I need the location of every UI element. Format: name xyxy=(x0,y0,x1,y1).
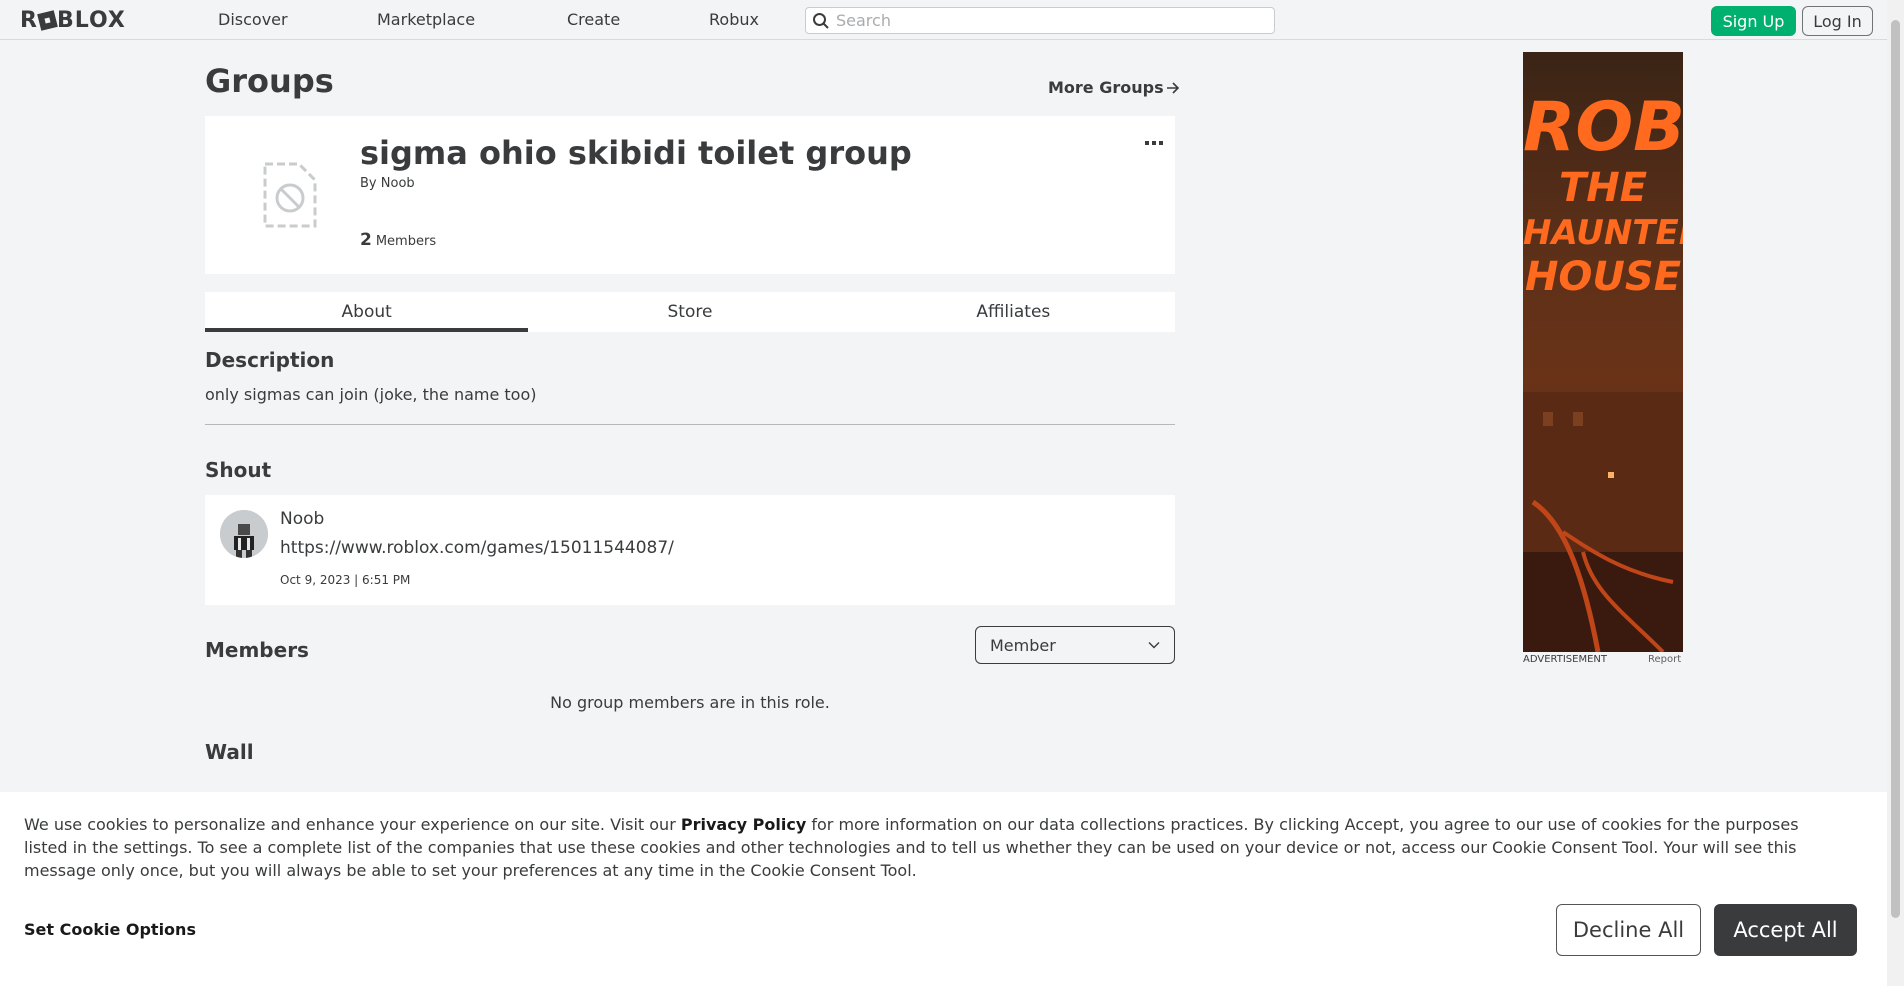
shout-author[interactable]: Noob xyxy=(280,509,324,529)
page-scrollbar[interactable] xyxy=(1887,0,1904,986)
chevron-down-icon xyxy=(1148,642,1160,649)
arrow-right-icon xyxy=(1166,81,1179,94)
members-heading: Members xyxy=(205,638,309,662)
scrollbar-thumb[interactable] xyxy=(1891,20,1900,918)
cookie-message: We use cookies to personalize and enhanc… xyxy=(24,813,1844,882)
group-tabs: About Store Affiliates xyxy=(205,292,1175,332)
shout-message: https://www.roblox.com/games/15011544087… xyxy=(280,538,674,558)
nav-create[interactable]: Create xyxy=(567,10,620,29)
wall-heading: Wall xyxy=(205,740,254,764)
ad-line-2: THE xyxy=(1558,165,1648,211)
shout-card: Noob https://www.roblox.com/games/150115… xyxy=(205,495,1175,605)
role-dropdown-value: Member xyxy=(990,635,1056,655)
ad-line-1: ROB xyxy=(1523,88,1683,167)
description-text: only sigmas can join (joke, the name too… xyxy=(205,385,537,404)
roblox-logo[interactable]: R BLOX xyxy=(20,8,126,33)
description-heading: Description xyxy=(205,348,335,372)
cookie-text-start: We use cookies to personalize and enhanc… xyxy=(24,815,681,834)
tab-store[interactable]: Store xyxy=(528,292,851,332)
tab-about[interactable]: About xyxy=(205,292,529,332)
shout-timestamp: Oct 9, 2023 | 6:51 PM xyxy=(280,573,411,587)
nav-robux[interactable]: Robux xyxy=(709,10,759,29)
page-title: Groups xyxy=(205,62,334,100)
group-owner-link[interactable]: Noob xyxy=(381,176,415,191)
group-name: sigma ohio skibidi toilet group xyxy=(360,134,912,172)
top-nav-bar: R BLOX Discover Marketplace Create Robux … xyxy=(0,0,1887,40)
nav-discover[interactable]: Discover xyxy=(218,10,288,29)
group-emblem-placeholder-icon xyxy=(263,162,317,228)
group-member-count: 2 Members xyxy=(360,230,436,250)
search-input[interactable] xyxy=(836,11,1274,30)
section-divider xyxy=(205,424,1175,425)
group-owner-line: By Noob xyxy=(360,176,415,191)
by-prefix: By xyxy=(360,176,377,191)
role-dropdown[interactable]: Member xyxy=(975,626,1175,664)
ad-line-3: HAUNTED xyxy=(1523,213,1683,253)
logo-mark-icon xyxy=(37,9,58,31)
privacy-policy-link[interactable]: Privacy Policy xyxy=(681,815,806,834)
member-count-label: Members xyxy=(375,234,437,249)
user-avatar-icon xyxy=(220,510,268,558)
log-in-button[interactable]: Log In xyxy=(1802,6,1873,36)
more-groups-link[interactable]: More Groups xyxy=(1048,78,1180,97)
more-options-icon[interactable] xyxy=(1145,134,1163,150)
ad-report-link[interactable]: Report xyxy=(1648,654,1681,665)
ad-line-4: HOUSE xyxy=(1524,254,1682,300)
member-count-value: 2 xyxy=(360,230,372,250)
set-cookie-options-link[interactable]: Set Cookie Options xyxy=(24,920,196,939)
search-icon[interactable] xyxy=(806,7,836,34)
shout-heading: Shout xyxy=(205,458,272,482)
nav-marketplace[interactable]: Marketplace xyxy=(377,10,475,29)
avatar[interactable] xyxy=(220,510,268,558)
cookie-consent-banner: We use cookies to personalize and enhanc… xyxy=(0,792,1887,986)
search-box[interactable] xyxy=(805,7,1275,34)
more-groups-label: More Groups xyxy=(1048,78,1164,97)
accept-all-button[interactable]: Accept All xyxy=(1714,904,1857,956)
members-empty-message: No group members are in this role. xyxy=(550,693,830,712)
advertisement-banner[interactable]: ROB THE HAUNTED HOUSE xyxy=(1523,52,1683,652)
ad-headline: ROB THE HAUNTED HOUSE xyxy=(1523,88,1683,301)
advertisement-label: ADVERTISEMENT xyxy=(1523,654,1608,665)
tab-affiliates[interactable]: Affiliates xyxy=(852,292,1175,332)
group-header-card: sigma ohio skibidi toilet group By Noob … xyxy=(205,116,1175,274)
decline-all-button[interactable]: Decline All xyxy=(1556,904,1701,956)
sign-up-button[interactable]: Sign Up xyxy=(1711,6,1796,36)
